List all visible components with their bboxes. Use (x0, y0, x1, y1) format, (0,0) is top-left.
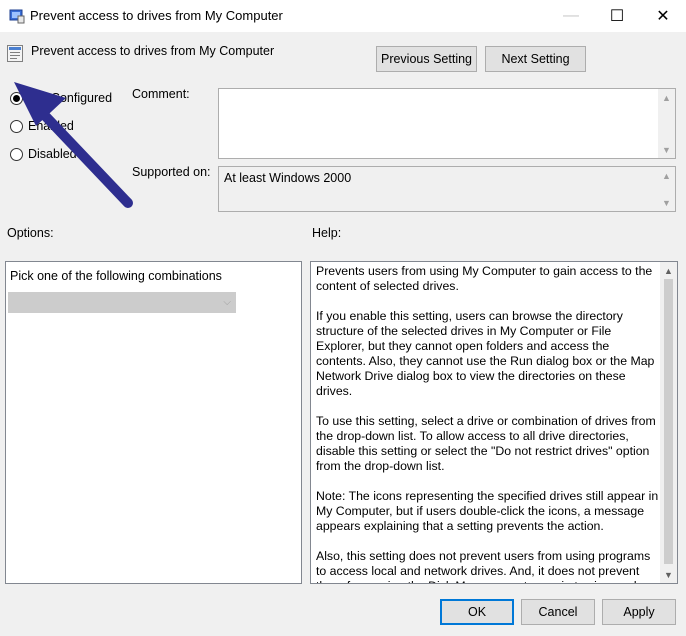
scroll-up-icon[interactable]: ▲ (660, 262, 677, 279)
supported-on-label: Supported on: (132, 165, 211, 179)
policy-window-icon (9, 9, 25, 24)
options-panel: Pick one of the following combinations ⌵ (5, 261, 302, 584)
help-label: Help: (312, 226, 342, 240)
help-paragraph: To use this setting, select a drive or c… (316, 414, 656, 473)
policy-setting-icon (7, 45, 23, 62)
radio-label: Disabled (28, 147, 77, 161)
ok-button[interactable]: OK (440, 599, 514, 625)
scroll-thumb[interactable] (664, 279, 673, 564)
radio-label: Enabled (28, 119, 74, 133)
comment-scrollbar[interactable]: ▲ ▼ (658, 89, 675, 158)
supported-on-value: At least Windows 2000 (224, 171, 352, 185)
radio-enabled[interactable]: Enabled (10, 119, 74, 133)
radio-indicator-checked (10, 91, 23, 105)
radio-indicator (10, 147, 23, 161)
cancel-button[interactable]: Cancel (521, 599, 595, 625)
help-panel[interactable]: Prevents users from using My Computer to… (310, 261, 678, 584)
help-scrollbar[interactable]: ▲ ▼ (660, 262, 677, 583)
apply-button[interactable]: Apply (602, 599, 676, 625)
scroll-down-icon[interactable]: ▼ (658, 141, 675, 158)
supported-on-field[interactable]: At least Windows 2000 ▲ ▼ (218, 166, 676, 212)
options-label: Options: (7, 226, 54, 240)
help-text: Prevents users from using My Computer to… (316, 264, 660, 583)
comment-label: Comment: (132, 87, 190, 101)
radio-indicator (10, 119, 23, 133)
radio-label: Not Configured (28, 91, 113, 105)
radio-not-configured[interactable]: Not Configured (10, 91, 112, 105)
window-title: Prevent access to drives from My Compute… (30, 8, 283, 23)
policy-name: Prevent access to drives from My Compute… (31, 44, 275, 58)
minimize-button: — (563, 7, 579, 24)
maximize-button[interactable]: ☐ (594, 0, 640, 32)
title-bar: Prevent access to drives from My Compute… (0, 0, 686, 32)
scroll-down-icon[interactable]: ▼ (658, 194, 675, 211)
help-paragraph: Prevents users from using My Computer to… (316, 264, 653, 293)
comment-field[interactable]: ▲ ▼ (218, 88, 676, 159)
drive-combination-dropdown[interactable]: ⌵ (8, 292, 236, 313)
next-setting-button[interactable]: Next Setting (485, 46, 586, 72)
close-button[interactable]: ✕ (640, 0, 686, 32)
pick-combination-label: Pick one of the following combinations (10, 269, 222, 283)
scroll-down-icon[interactable]: ▼ (660, 566, 677, 583)
supported-scrollbar[interactable]: ▲ ▼ (658, 167, 675, 211)
previous-setting-button[interactable]: Previous Setting (376, 46, 477, 72)
chevron-down-icon: ⌵ (223, 297, 231, 308)
help-paragraph: If you enable this setting, users can br… (316, 309, 655, 398)
scroll-up-icon[interactable]: ▲ (658, 167, 675, 184)
scroll-up-icon[interactable]: ▲ (658, 89, 675, 106)
help-paragraph: Note: The icons representing the specifi… (316, 489, 659, 533)
help-paragraph: Also, this setting does not prevent user… (316, 549, 651, 583)
radio-disabled[interactable]: Disabled (10, 147, 77, 161)
